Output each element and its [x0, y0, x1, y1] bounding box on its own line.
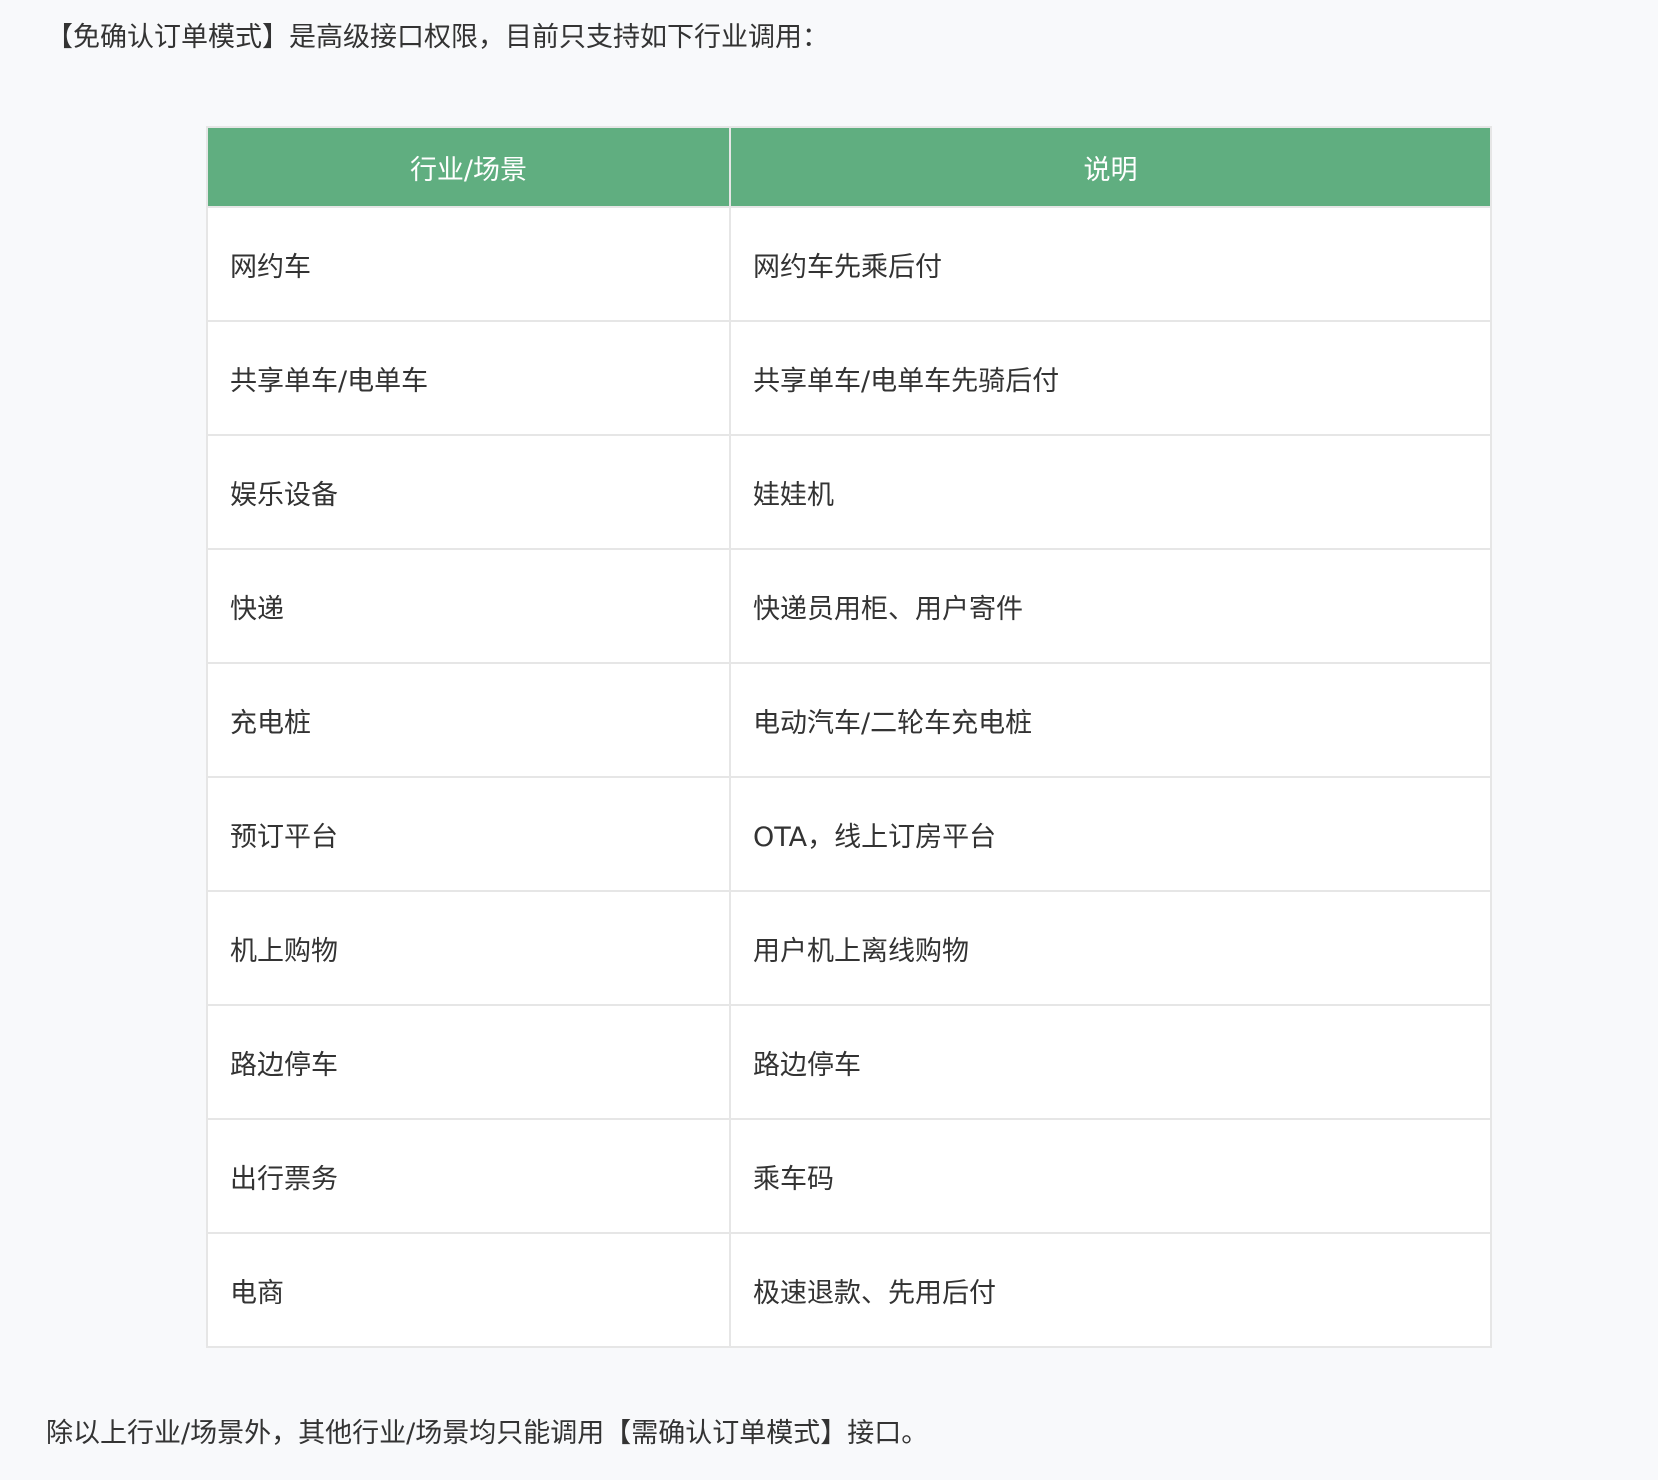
table-row: 电商 极速退款、先用后付 — [206, 1232, 1492, 1348]
industry-table-container: 行业/场景 说明 网约车 网约车先乘后付 共享单车/电单车 共享单车/电单车先骑… — [206, 126, 1492, 1348]
header-description: 说明 — [729, 126, 1492, 208]
table-row: 娱乐设备 娃娃机 — [206, 434, 1492, 550]
cell-industry: 路边停车 — [206, 1004, 731, 1120]
cell-industry: 网约车 — [206, 206, 731, 322]
cell-description: 快递员用柜、用户寄件 — [729, 548, 1492, 664]
cell-description: 乘车码 — [729, 1118, 1492, 1234]
cell-industry: 充电桩 — [206, 662, 731, 778]
cell-description: 电动汽车/二轮车充电桩 — [729, 662, 1492, 778]
outro-text: 除以上行业/场景外，其他行业/场景均只能调用【需确认订单模式】接口。 — [46, 1418, 929, 1449]
cell-industry: 电商 — [206, 1232, 731, 1348]
table-header-row: 行业/场景 说明 — [206, 126, 1492, 208]
cell-industry: 共享单车/电单车 — [206, 320, 731, 436]
cell-description: 路边停车 — [729, 1004, 1492, 1120]
table-row: 出行票务 乘车码 — [206, 1118, 1492, 1234]
cell-description: 娃娃机 — [729, 434, 1492, 550]
cell-industry: 出行票务 — [206, 1118, 731, 1234]
table-row: 网约车 网约车先乘后付 — [206, 206, 1492, 322]
cell-industry: 快递 — [206, 548, 731, 664]
table-row: 共享单车/电单车 共享单车/电单车先骑后付 — [206, 320, 1492, 436]
cell-description: OTA，线上订房平台 — [729, 776, 1492, 892]
table-row: 快递 快递员用柜、用户寄件 — [206, 548, 1492, 664]
table-row: 预订平台 OTA，线上订房平台 — [206, 776, 1492, 892]
cell-description: 网约车先乘后付 — [729, 206, 1492, 322]
cell-industry: 娱乐设备 — [206, 434, 731, 550]
header-industry: 行业/场景 — [206, 126, 731, 208]
table-row: 路边停车 路边停车 — [206, 1004, 1492, 1120]
cell-industry: 预订平台 — [206, 776, 731, 892]
cell-industry: 机上购物 — [206, 890, 731, 1006]
cell-description: 用户机上离线购物 — [729, 890, 1492, 1006]
table-row: 机上购物 用户机上离线购物 — [206, 890, 1492, 1006]
cell-description: 共享单车/电单车先骑后付 — [729, 320, 1492, 436]
table-row: 充电桩 电动汽车/二轮车充电桩 — [206, 662, 1492, 778]
cell-description: 极速退款、先用后付 — [729, 1232, 1492, 1348]
industry-table: 行业/场景 说明 网约车 网约车先乘后付 共享单车/电单车 共享单车/电单车先骑… — [206, 126, 1492, 1348]
intro-text: 【免确认订单模式】是高级接口权限，目前只支持如下行业调用： — [46, 22, 829, 53]
